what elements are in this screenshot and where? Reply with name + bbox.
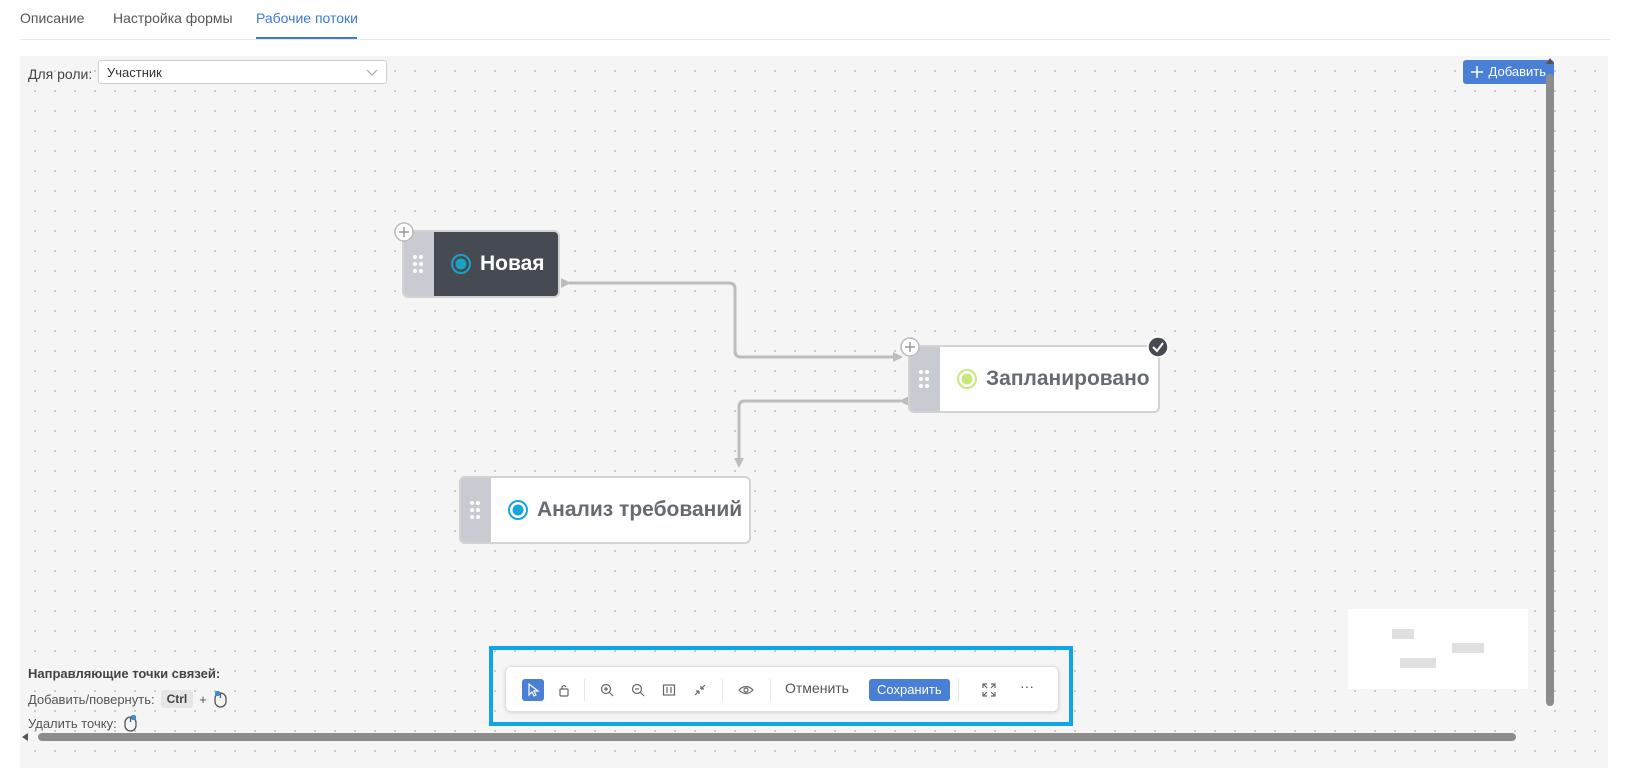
zoom-out-icon xyxy=(631,683,645,697)
drag-handle[interactable] xyxy=(461,478,491,542)
fullscreen-button[interactable] xyxy=(978,679,1000,701)
separator xyxy=(770,679,771,701)
separator xyxy=(584,679,585,701)
minimap[interactable] xyxy=(1348,609,1528,689)
preview-button[interactable] xyxy=(735,679,757,701)
more-button[interactable]: ··· xyxy=(1020,678,1034,694)
connector-analysis-planned[interactable] xyxy=(734,396,909,468)
lock-button[interactable] xyxy=(553,679,575,701)
tab-bar: Описание Настройка формы Рабочие потоки xyxy=(20,0,1610,40)
tab-form-settings[interactable]: Настройка формы xyxy=(113,10,233,26)
add-transition-icon[interactable] xyxy=(900,337,920,357)
mouse-icon xyxy=(214,691,227,708)
cursor-icon xyxy=(528,683,540,697)
tab-workflows[interactable]: Рабочие потоки xyxy=(256,10,358,26)
hint-add-rotate: Добавить/повернуть: xyxy=(28,691,155,707)
minimap-node xyxy=(1452,643,1484,653)
status-dot-icon xyxy=(957,369,977,389)
ctrl-key: Ctrl xyxy=(160,690,194,708)
status-node-new[interactable]: Новая xyxy=(402,230,560,298)
hints-title: Направляющие точки связей: xyxy=(28,666,221,681)
minimap-node xyxy=(1400,658,1436,668)
scroll-thumb xyxy=(38,733,1516,741)
eye-icon xyxy=(738,685,754,695)
fit-view-button[interactable] xyxy=(658,679,680,701)
status-dot-icon xyxy=(451,254,471,274)
status-dot-icon xyxy=(508,500,528,520)
zoom-out-button[interactable] xyxy=(627,679,649,701)
add-transition-icon[interactable] xyxy=(394,222,414,242)
checkmark-icon[interactable] xyxy=(1147,336,1169,358)
zoom-in-button[interactable] xyxy=(596,679,618,701)
status-node-planned[interactable]: Запланировано xyxy=(908,345,1160,413)
lock-icon xyxy=(559,684,569,697)
tab-description[interactable]: Описание xyxy=(20,10,84,26)
shrink-button[interactable] xyxy=(689,679,711,701)
horizontal-scrollbar[interactable] xyxy=(20,730,1520,744)
node-title: Анализ требований xyxy=(537,498,743,521)
fit-view-icon xyxy=(662,684,676,696)
grip-icon xyxy=(919,370,929,388)
save-button[interactable]: Сохранить xyxy=(869,679,950,701)
canvas-toolbar: Отменить Сохранить ··· xyxy=(505,666,1059,712)
grip-icon xyxy=(470,501,480,519)
scroll-thumb xyxy=(1546,74,1554,706)
fullscreen-icon xyxy=(982,683,996,697)
node-title: Запланировано xyxy=(986,367,1150,390)
hint-delete-point: Удалить точку: xyxy=(28,715,117,731)
vertical-scrollbar[interactable] xyxy=(1541,56,1561,716)
minimap-node xyxy=(1392,629,1414,639)
zoom-in-icon xyxy=(600,683,614,697)
connector-new-planned[interactable] xyxy=(561,278,903,362)
select-tool-button[interactable] xyxy=(522,679,544,701)
connection-hints: Направляющие точки связей: Добавить/пове… xyxy=(28,666,229,735)
shrink-icon xyxy=(694,684,706,696)
cancel-button[interactable]: Отменить xyxy=(785,680,849,696)
status-node-analysis[interactable]: Анализ требований xyxy=(459,476,751,544)
separator xyxy=(958,679,959,701)
plus-sign: + xyxy=(199,691,207,707)
active-tab-indicator xyxy=(256,37,357,39)
separator xyxy=(722,679,723,701)
node-title: Новая xyxy=(480,252,545,275)
grip-icon xyxy=(413,255,423,273)
